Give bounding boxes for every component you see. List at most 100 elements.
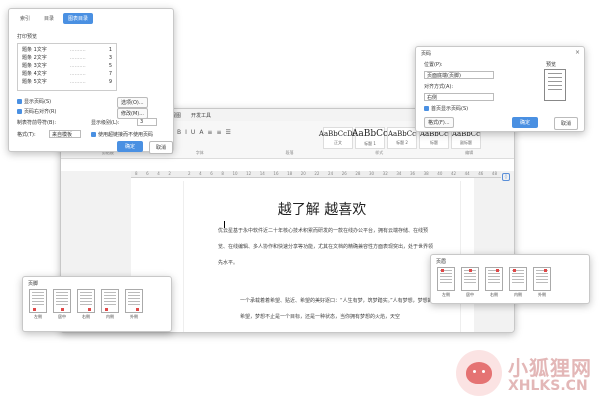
list-icon[interactable]: ☰ <box>225 129 230 136</box>
toc-entry-page: 7 <box>108 71 112 77</box>
horizontal-ruler[interactable]: 8 6 4 2 2 4 6 8 10 12 14 16 18 20 22 24 26 28 30 32 34 36 38 40… <box>131 171 501 178</box>
layout-option[interactable]: 左侧 <box>29 289 47 320</box>
layout-option[interactable]: 内侧 <box>509 267 527 298</box>
position-select[interactable]: 页面底端(页脚) <box>424 71 494 79</box>
ruler-tick: 24 <box>328 171 334 176</box>
right-align-checkbox[interactable]: 页码右对齐(R) <box>17 108 56 115</box>
layout-option-label: 内侧 <box>106 314 114 319</box>
page-thumb-icon <box>53 289 71 313</box>
checkbox-label: 首页显示页码(S) <box>431 106 469 112</box>
layout-option-label: 右侧 <box>82 314 90 319</box>
pn-ok-button[interactable]: 确定 <box>512 117 539 128</box>
page-thumb-icon <box>437 267 455 291</box>
footer-thumbnails: 左侧 居中 右侧 内侧 外侧 <box>29 289 143 320</box>
layout-option[interactable]: 居中 <box>53 289 71 320</box>
ruler-tick: 26 <box>341 171 347 176</box>
group-editing: 编辑 <box>465 150 474 155</box>
options-button[interactable]: 选项(O)... <box>117 97 148 108</box>
layout-option[interactable]: 左侧 <box>437 267 455 298</box>
checkbox-checked-icon <box>17 99 22 104</box>
layout-option-label: 外侧 <box>538 292 546 297</box>
italic-icon[interactable]: I <box>185 129 187 136</box>
group-font: 字体 <box>195 150 204 155</box>
style-name: 副标题 <box>460 140 472 145</box>
hyperlink-checkbox[interactable]: 使用超链接而不使用页码 <box>91 131 153 138</box>
header-title: 页眉 <box>436 259 447 265</box>
menu-developer[interactable]: 开发工具 <box>191 112 211 119</box>
toc-entry-page: 5 <box>108 63 112 69</box>
layout-option-label: 右侧 <box>490 292 498 297</box>
doc-paragraph-1: 优云星基于永中软件近二十年核心技术积累而研发的一款在线办公平台，拥有云端存储、在… <box>218 228 434 266</box>
toc-cancel-button[interactable]: 取消 <box>149 141 173 154</box>
layout-option[interactable]: 外侧 <box>533 267 551 298</box>
ruler-tick: 36 <box>409 171 416 176</box>
underline-icon[interactable]: U <box>191 129 195 136</box>
bold-icon[interactable]: B <box>177 129 181 136</box>
toc-entry-label: 题条 5文字 <box>22 79 47 85</box>
pn-cancel-button[interactable]: 取消 <box>554 117 579 130</box>
ruler-tick: 14 <box>259 171 265 176</box>
style-heading1[interactable]: AaBbCc 标题 1 <box>352 127 388 149</box>
toc-preview-row: 题条 2文字.......... 3 <box>22 55 112 61</box>
page-thumb-icon <box>125 289 143 313</box>
show-levels-label: 显示级别(L): <box>91 120 120 126</box>
first-page-checkbox[interactable]: 首页显示页码(S) <box>424 105 468 112</box>
layout-option[interactable]: 外侧 <box>125 289 143 320</box>
ruler-tick: 30 <box>369 171 375 176</box>
style-name: 标题 <box>430 140 438 145</box>
layout-option[interactable]: 右侧 <box>485 267 503 298</box>
footer-panel: 页脚 左侧 居中 右侧 内侧 外侧 <box>22 276 172 332</box>
page-thumb-icon <box>29 289 47 313</box>
ruler-tick: 4 <box>199 171 202 176</box>
style-normal[interactable]: AaBbCcDd 正文 <box>319 127 357 149</box>
tab-index[interactable]: 索引 <box>15 13 35 24</box>
page-thumb-icon <box>461 267 479 291</box>
layout-option[interactable]: 内侧 <box>101 289 119 320</box>
format-button[interactable]: 格式(F)... <box>424 117 454 128</box>
align-left-icon[interactable]: ≡ <box>207 129 212 136</box>
toc-entry-page: 9 <box>108 79 112 85</box>
layout-option[interactable]: 右侧 <box>77 289 95 320</box>
checkbox-checked-icon <box>17 109 22 114</box>
ruler-tick: 34 <box>396 171 402 176</box>
toc-preview-row: 题条 3文字.......... 5 <box>22 63 112 69</box>
ruler-tick: 6 <box>210 171 213 176</box>
checkbox-label: 显示页码(S) <box>24 99 52 105</box>
tab-toc[interactable]: 目录 <box>39 13 59 24</box>
layout-option-label: 居中 <box>466 292 474 297</box>
document-page[interactable]: 越了解 越喜欢 优云星基于永中软件近二十年核心技术积累而研发的一款在线办公平台，… <box>183 181 461 332</box>
format-select[interactable]: 来自模板 <box>49 130 81 138</box>
doc-title: 越了解 越喜欢 <box>277 202 367 218</box>
group-styles: 样式 <box>375 150 384 155</box>
ruler-tick: 48 <box>491 171 497 176</box>
align-select[interactable]: 右侧 <box>424 93 494 101</box>
modify-button[interactable]: 修改(M)... <box>117 108 148 119</box>
format-label: 格式(T): <box>17 132 36 138</box>
levels-select[interactable]: 3 <box>137 118 157 126</box>
ruler-tick: 38 <box>423 171 429 176</box>
style-heading2[interactable]: AaBbCc 标题 2 <box>387 127 417 149</box>
tab-figure-toc[interactable]: 图表目录 <box>63 13 94 24</box>
align-label: 对齐方式(A): <box>424 84 454 90</box>
close-icon[interactable]: × <box>575 49 580 56</box>
align-center-icon[interactable]: ≡ <box>216 129 221 136</box>
header-thumbnails: 左侧 居中 右侧 内侧 外侧 <box>437 267 551 298</box>
header-panel: 页眉 左侧 居中 右侧 内侧 外侧 <box>430 254 590 304</box>
show-page-numbers-checkbox[interactable]: 显示页码(S) <box>17 98 51 105</box>
font-color-icon[interactable]: A <box>199 129 203 136</box>
ruler-toggle-icon[interactable]: ◊ <box>502 173 510 181</box>
layout-option[interactable]: 居中 <box>461 267 479 298</box>
toc-entry-page: 1 <box>108 47 112 53</box>
toc-tabs: 索引 目录 图表目录 <box>9 9 173 28</box>
toc-ok-button[interactable]: 确定 <box>117 141 144 152</box>
layout-option-label: 左侧 <box>442 292 450 297</box>
ruler-tick: 40 <box>437 171 443 176</box>
toc-preview-row: 题条 1文字.......... 1 <box>22 47 112 53</box>
layout-option-label: 左侧 <box>34 314 42 319</box>
toc-preview-row: 题条 4文字.......... 7 <box>22 71 112 77</box>
ruler-tick: 2 <box>168 171 171 176</box>
watermark-en: XHLKS.CN <box>508 378 588 394</box>
tab-leader-label: 制表符前导符(B): <box>17 120 57 126</box>
layout-option-label: 居中 <box>58 314 66 319</box>
page-thumb-icon <box>533 267 551 291</box>
